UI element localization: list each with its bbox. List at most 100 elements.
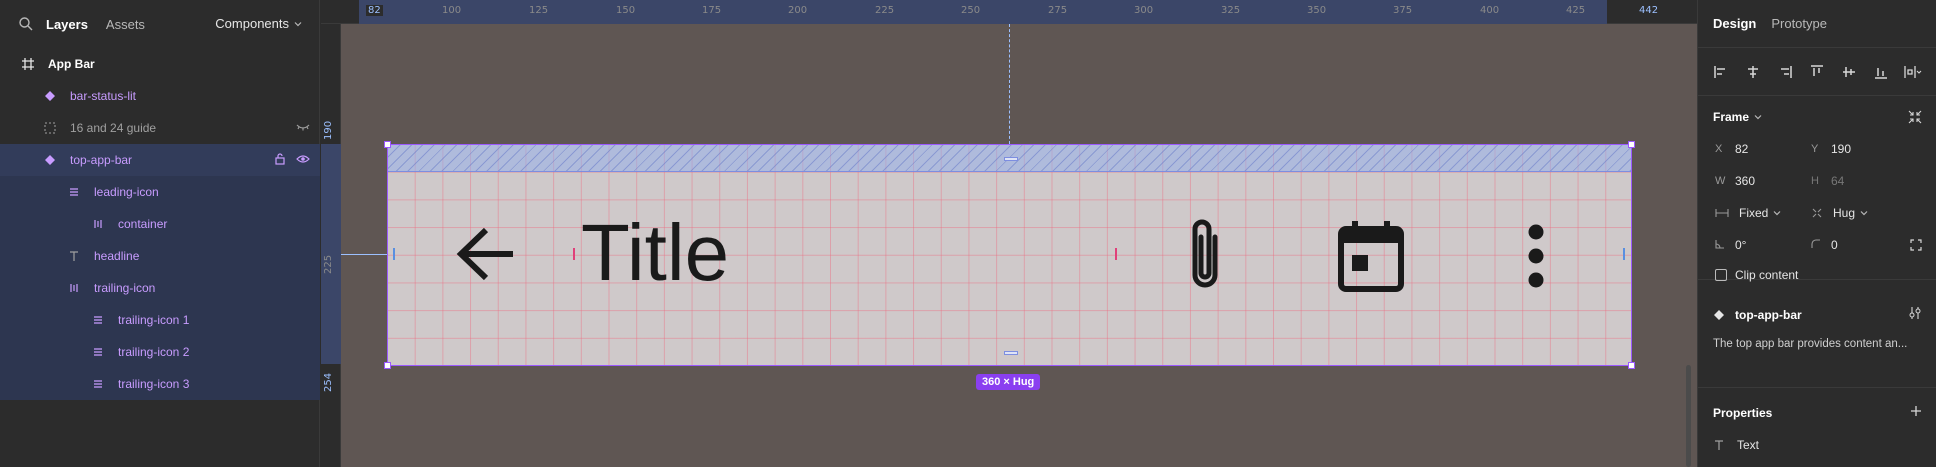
independent-corners-icon[interactable] bbox=[1910, 238, 1922, 256]
layer-label: App Bar bbox=[48, 57, 95, 71]
layer-label: 16 and 24 guide bbox=[70, 121, 157, 135]
corner-radius-field[interactable]: 0 bbox=[1811, 238, 1838, 252]
design-panel: Design Prototype Frame X 82 Y 190 W 360 … bbox=[1697, 0, 1936, 467]
layer-row-trailing-icon-2[interactable]: trailing-icon 2 bbox=[0, 336, 320, 368]
ruler-tick: 175 bbox=[702, 5, 722, 16]
auto-layout-vertical-icon bbox=[66, 280, 82, 296]
property-label: Text bbox=[1737, 438, 1760, 452]
headline-text[interactable]: Title bbox=[581, 207, 729, 299]
components-dropdown[interactable]: Components bbox=[215, 16, 303, 31]
ruler-tick: 350 bbox=[1307, 5, 1327, 16]
ruler-tick: 400 bbox=[1480, 5, 1500, 16]
width-mode-dropdown[interactable]: Fixed bbox=[1715, 206, 1782, 220]
align-vertical-center-icon[interactable] bbox=[1838, 61, 1860, 83]
resize-handle-top-right[interactable] bbox=[1628, 141, 1635, 148]
h-label: H bbox=[1811, 175, 1819, 187]
height-mode-dropdown[interactable]: Hug bbox=[1811, 206, 1869, 220]
resize-handle-top-left[interactable] bbox=[384, 141, 391, 148]
component-settings-icon[interactable] bbox=[1908, 306, 1922, 325]
frame-type-dropdown[interactable]: Frame bbox=[1713, 110, 1763, 124]
layer-label: trailing-icon 3 bbox=[118, 377, 190, 391]
layer-row-app-bar[interactable]: App Bar bbox=[0, 48, 320, 80]
layer-row-container[interactable]: container bbox=[0, 208, 320, 240]
component-instance-icon bbox=[42, 152, 58, 168]
arrow-back-icon[interactable] bbox=[456, 227, 516, 281]
ruler-tick: 375 bbox=[1393, 5, 1413, 16]
align-right-icon[interactable] bbox=[1774, 61, 1796, 83]
auto-layout-vertical-icon bbox=[90, 216, 106, 232]
padding-handle[interactable] bbox=[1004, 351, 1018, 355]
layer-row-trailing-icon-1[interactable]: trailing-icon 1 bbox=[0, 304, 320, 336]
ruler-top: 82 100 125 150 175 200 225 250 275 300 3… bbox=[321, 0, 1697, 24]
layer-label: top-app-bar bbox=[70, 153, 133, 167]
calendar-icon[interactable] bbox=[1338, 219, 1404, 293]
auto-layout-horizontal-icon bbox=[90, 344, 106, 360]
ruler-tick: 425 bbox=[1566, 5, 1586, 16]
resize-to-fit-icon[interactable] bbox=[1908, 110, 1922, 129]
add-property-icon[interactable] bbox=[1910, 404, 1922, 422]
tab-assets[interactable]: Assets bbox=[106, 17, 145, 32]
y-value: 190 bbox=[1831, 142, 1852, 156]
chevron-down-icon bbox=[1773, 211, 1781, 216]
layer-label: container bbox=[118, 217, 168, 231]
tab-design[interactable]: Design bbox=[1713, 16, 1756, 31]
auto-layout-horizontal-icon bbox=[90, 312, 106, 328]
ruler-tick: 225 bbox=[875, 5, 895, 16]
tab-prototype[interactable]: Prototype bbox=[1771, 16, 1827, 31]
layer-row-trailing-icon[interactable]: trailing-icon bbox=[0, 272, 320, 304]
frame-hash-icon bbox=[20, 56, 36, 72]
eye-icon[interactable] bbox=[296, 153, 310, 167]
clip-content-checkbox[interactable]: Clip content bbox=[1715, 268, 1798, 282]
ruler-tick: 100 bbox=[442, 5, 462, 16]
x-field[interactable]: X 82 bbox=[1715, 142, 1748, 156]
top-app-bar-frame[interactable]: Title bbox=[384, 141, 1635, 369]
layer-row-headline[interactable]: headline bbox=[0, 240, 320, 272]
height-field[interactable]: H 64 bbox=[1811, 174, 1844, 188]
x-value: 82 bbox=[1735, 142, 1749, 156]
chevron-down-icon bbox=[1860, 211, 1868, 216]
resize-handle-bottom-left[interactable] bbox=[384, 362, 391, 369]
property-text-row[interactable]: Text bbox=[1713, 438, 1759, 452]
y-label: Y bbox=[1811, 143, 1819, 155]
gap-marker bbox=[1115, 248, 1117, 260]
ruler-tick: 125 bbox=[529, 5, 549, 16]
align-left-icon[interactable] bbox=[1710, 61, 1732, 83]
w-value: 360 bbox=[1735, 174, 1756, 188]
search-icon[interactable] bbox=[18, 16, 34, 32]
component-name[interactable]: top-app-bar bbox=[1735, 308, 1802, 322]
layer-row-top-app-bar[interactable]: top-app-bar bbox=[0, 144, 320, 176]
canvas-scrollbar[interactable] bbox=[1686, 365, 1691, 467]
ruler-tick: 254 bbox=[323, 372, 334, 392]
align-top-icon[interactable] bbox=[1806, 61, 1828, 83]
width-field[interactable]: W 360 bbox=[1715, 174, 1755, 188]
resize-handle-bottom-right[interactable] bbox=[1628, 362, 1635, 369]
rotation-icon bbox=[1715, 239, 1735, 252]
padding-handle[interactable] bbox=[1004, 157, 1018, 161]
align-horizontal-center-icon[interactable] bbox=[1742, 61, 1764, 83]
attachment-icon[interactable] bbox=[1183, 215, 1227, 295]
figma-editor: Layers Assets Components App Bar bar-sta… bbox=[0, 0, 1936, 467]
component-instance-icon bbox=[1713, 308, 1725, 326]
canvas[interactable]: 82 100 125 150 175 200 225 250 275 300 3… bbox=[321, 0, 1697, 467]
layer-row-leading-icon[interactable]: leading-icon bbox=[0, 176, 320, 208]
hidden-eye-icon[interactable] bbox=[296, 121, 310, 135]
height-mode-value: Hug bbox=[1833, 206, 1856, 220]
lock-icon[interactable] bbox=[274, 152, 286, 168]
ruler-tick: 225 bbox=[323, 254, 334, 274]
frame-section-title: Frame bbox=[1713, 110, 1750, 124]
width-sizing-icon bbox=[1715, 209, 1729, 217]
distribute-icon[interactable] bbox=[1902, 61, 1924, 83]
y-field[interactable]: Y 190 bbox=[1811, 142, 1851, 156]
x-label: X bbox=[1715, 143, 1723, 155]
more-vert-icon[interactable] bbox=[1526, 223, 1546, 289]
layer-row-trailing-icon-3[interactable]: trailing-icon 3 bbox=[0, 368, 320, 400]
ruler-tick: 300 bbox=[1134, 5, 1154, 16]
layer-row-bar-status-lit[interactable]: bar-status-lit bbox=[0, 80, 320, 112]
text-icon bbox=[1715, 440, 1723, 450]
layer-label: trailing-icon 1 bbox=[118, 313, 190, 327]
layer-row-16-and-24-guide[interactable]: 16 and 24 guide bbox=[0, 112, 320, 144]
tab-layers[interactable]: Layers bbox=[46, 17, 88, 32]
layer-label: headline bbox=[94, 249, 140, 263]
align-bottom-icon[interactable] bbox=[1870, 61, 1892, 83]
rotation-field[interactable]: 0° bbox=[1715, 238, 1746, 252]
